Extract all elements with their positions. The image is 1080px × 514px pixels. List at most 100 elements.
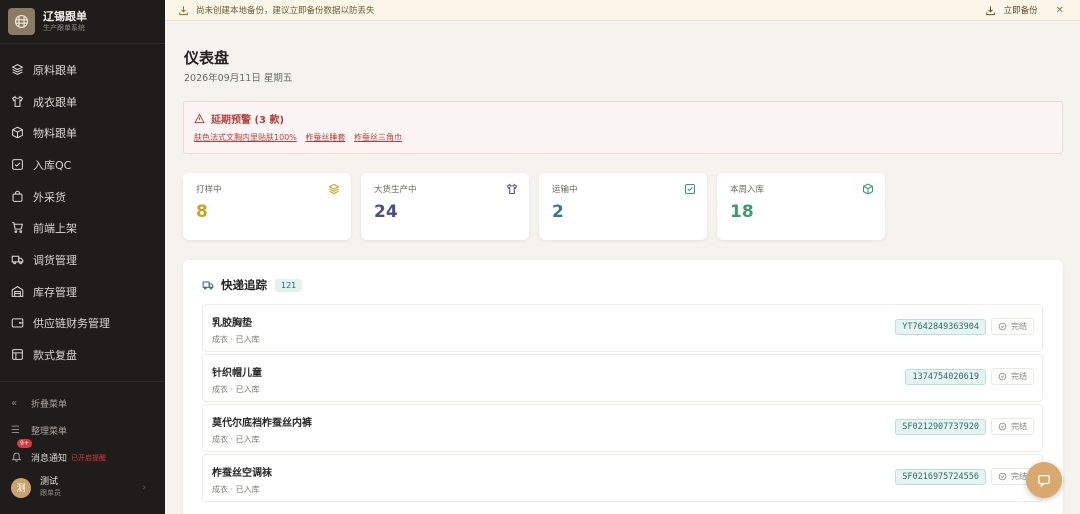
list-item[interactable]: 莫代尔底裆柞蚕丝内裤 成衣 · 已入库 SF0212907737920 完结 [202,404,1043,452]
truck-icon [202,279,214,291]
sidebar: 辽锡跟单 生产跟单系统 原料跟单 成衣跟单 物料跟单 入库QC 外采货 前端上架 [0,0,165,514]
floating-action-button[interactable] [1026,462,1062,498]
backup-notice-bar: 尚未创建本地备份，建议立即备份数据以防丢失 立即备份 ✕ [165,0,1080,21]
tracking-number[interactable]: SF0212907737920 [895,418,986,435]
sidebar-item-listing[interactable]: 前端上架 [0,212,165,244]
user-name: 测试 [40,477,59,487]
page-title: 仪表盘 [184,49,230,67]
delay-warning-panel: 延期预警 (3 款) 肤色法式文胸内里贴肤100% 柞蚕丝睡套 柞蚕丝三角巾 [183,101,1063,154]
express-tracking-panel: 快递追踪 121 乳胶胸垫 成衣 · 已入库 YT7642849363904 完… [183,260,1063,514]
list-item[interactable]: 柞蚕丝空调袜 成衣 · 已入库 SF0216975724556 完结 [202,454,1043,502]
notification-count-badge: 9+ [17,439,32,448]
stat-value: 24 [374,202,398,222]
sidebar-footer: « 折叠菜单 ☰ 整理菜单 9+ 消息通知 已开启提醒 测 测试 跟单员 › [0,381,165,504]
tracking-number[interactable]: SF0216975724556 [895,468,986,485]
status-badge: 完结 [991,418,1034,435]
collapse-menu-button[interactable]: « 折叠菜单 [0,390,165,417]
table-icon [11,348,25,362]
notification-status-tag: 已开启提醒 [71,453,107,462]
sidebar-item-finance[interactable]: 供应链财务管理 [0,308,165,340]
backup-now-label: 立即备份 [1003,6,1038,16]
sidebar-item-material[interactable]: 原料跟单 [0,54,165,86]
sidebar-item-label: 款式复盘 [33,349,77,363]
list-item[interactable]: 针织帽儿童 成衣 · 已入库 1374754020619 完结 [202,354,1043,402]
sidebar-item-label: 库存管理 [33,285,77,299]
stat-card-sampling[interactable]: 打样中 8 [183,173,351,240]
stat-card-weekly-inbound[interactable]: 本周入库 18 [717,173,885,240]
sidebar-item-label: 前端上架 [33,222,77,236]
bell-icon [11,451,23,465]
status-badge: 完结 [991,368,1034,385]
stat-label: 运输中 [552,185,578,195]
list-icon: ☰ [11,425,20,436]
item-meta: 成衣 · 已入库 [212,335,260,344]
cart-icon [11,221,25,235]
check-circle-icon [998,472,1007,481]
check-circle-icon [998,422,1007,431]
sidebar-item-label: 供应链财务管理 [33,317,110,331]
stat-cards: 打样中 8 大货生产中 24 运输中 2 本周入库 18 [183,173,885,240]
bag-icon [11,190,25,204]
shirt-icon [11,95,25,109]
sidebar-nav: 原料跟单 成衣跟单 物料跟单 入库QC 外采货 前端上架 调货管理 库存管理 供… [0,44,165,371]
notifications-label: 消息通知 [31,454,68,464]
item-meta: 成衣 · 已入库 [212,435,260,444]
chat-icon [1038,474,1050,487]
shirt-icon [506,183,518,195]
item-meta: 成衣 · 已入库 [212,385,260,394]
user-profile[interactable]: 测 测试 跟单员 › [0,471,165,504]
close-icon[interactable]: ✕ [1056,5,1064,16]
chevron-right-icon: › [142,482,146,493]
tracking-header: 快递追踪 121 [202,277,303,293]
collapse-menu-label: 折叠菜单 [31,400,68,410]
status-text: 完结 [1011,322,1027,331]
status-text: 完结 [1011,472,1027,481]
sidebar-item-supplies[interactable]: 物料跟单 [0,117,165,149]
stat-label: 本周入库 [730,185,765,195]
sidebar-item-label: 物料跟单 [33,127,77,141]
tracking-number[interactable]: 1374754020619 [905,368,986,385]
tracking-title: 快递追踪 [221,278,267,292]
sidebar-item-purchase[interactable]: 外采货 [0,181,165,213]
backup-now-button[interactable]: 立即备份 [985,4,1038,16]
double-chevron-left-icon: « [11,398,18,409]
warning-icon [194,113,205,124]
stat-card-production[interactable]: 大货生产中 24 [361,173,529,240]
sidebar-item-garment[interactable]: 成衣跟单 [0,86,165,118]
sidebar-item-inventory[interactable]: 库存管理 [0,276,165,308]
tracking-number[interactable]: YT7642849363904 [895,318,986,335]
stat-card-shipping[interactable]: 运输中 2 [539,173,707,240]
sidebar-item-label: 调货管理 [33,253,77,267]
checkbox-icon [11,158,25,172]
delay-warning-links: 肤色法式文胸内里贴肤100% 柞蚕丝睡套 柞蚕丝三角巾 [194,132,1052,143]
sidebar-item-review[interactable]: 款式复盘 [0,339,165,371]
stat-value: 2 [552,202,564,222]
brand[interactable]: 辽锡跟单 生产跟单系统 [0,0,165,44]
warehouse-icon [11,285,25,299]
delay-item-link[interactable]: 肤色法式文胸内里贴肤100% [194,133,297,142]
download-icon [178,5,189,16]
stat-label: 打样中 [196,185,222,195]
delay-warning-title-text: 延期预警 (3 款) [211,115,285,126]
box-icon [11,126,25,140]
stat-label: 大货生产中 [374,185,417,195]
delay-item-link[interactable]: 柞蚕丝睡套 [305,133,345,142]
status-text: 完结 [1011,422,1027,431]
page-date: 2026年09月11日 星期五 [184,73,293,84]
box-icon [862,183,874,195]
user-role: 跟单员 [40,489,61,497]
sidebar-item-qc[interactable]: 入库QC [0,149,165,181]
app-name: 辽锡跟单 [43,10,87,23]
app-subtitle: 生产跟单系统 [43,24,85,32]
delay-item-link[interactable]: 柞蚕丝三角巾 [354,133,402,142]
check-circle-icon [998,372,1007,381]
sidebar-item-label: 成衣跟单 [33,95,77,109]
download-icon [985,5,995,15]
sidebar-item-transfer[interactable]: 调货管理 [0,244,165,276]
sidebar-item-label: 外采货 [33,190,66,204]
tracking-count-badge: 121 [275,278,303,292]
list-item[interactable]: 乳胶胸垫 成衣 · 已入库 YT7642849363904 完结 [202,304,1043,352]
checkbox-icon [684,183,696,195]
notifications-button[interactable]: 9+ 消息通知 已开启提醒 [0,439,165,471]
layers-icon [328,183,340,195]
